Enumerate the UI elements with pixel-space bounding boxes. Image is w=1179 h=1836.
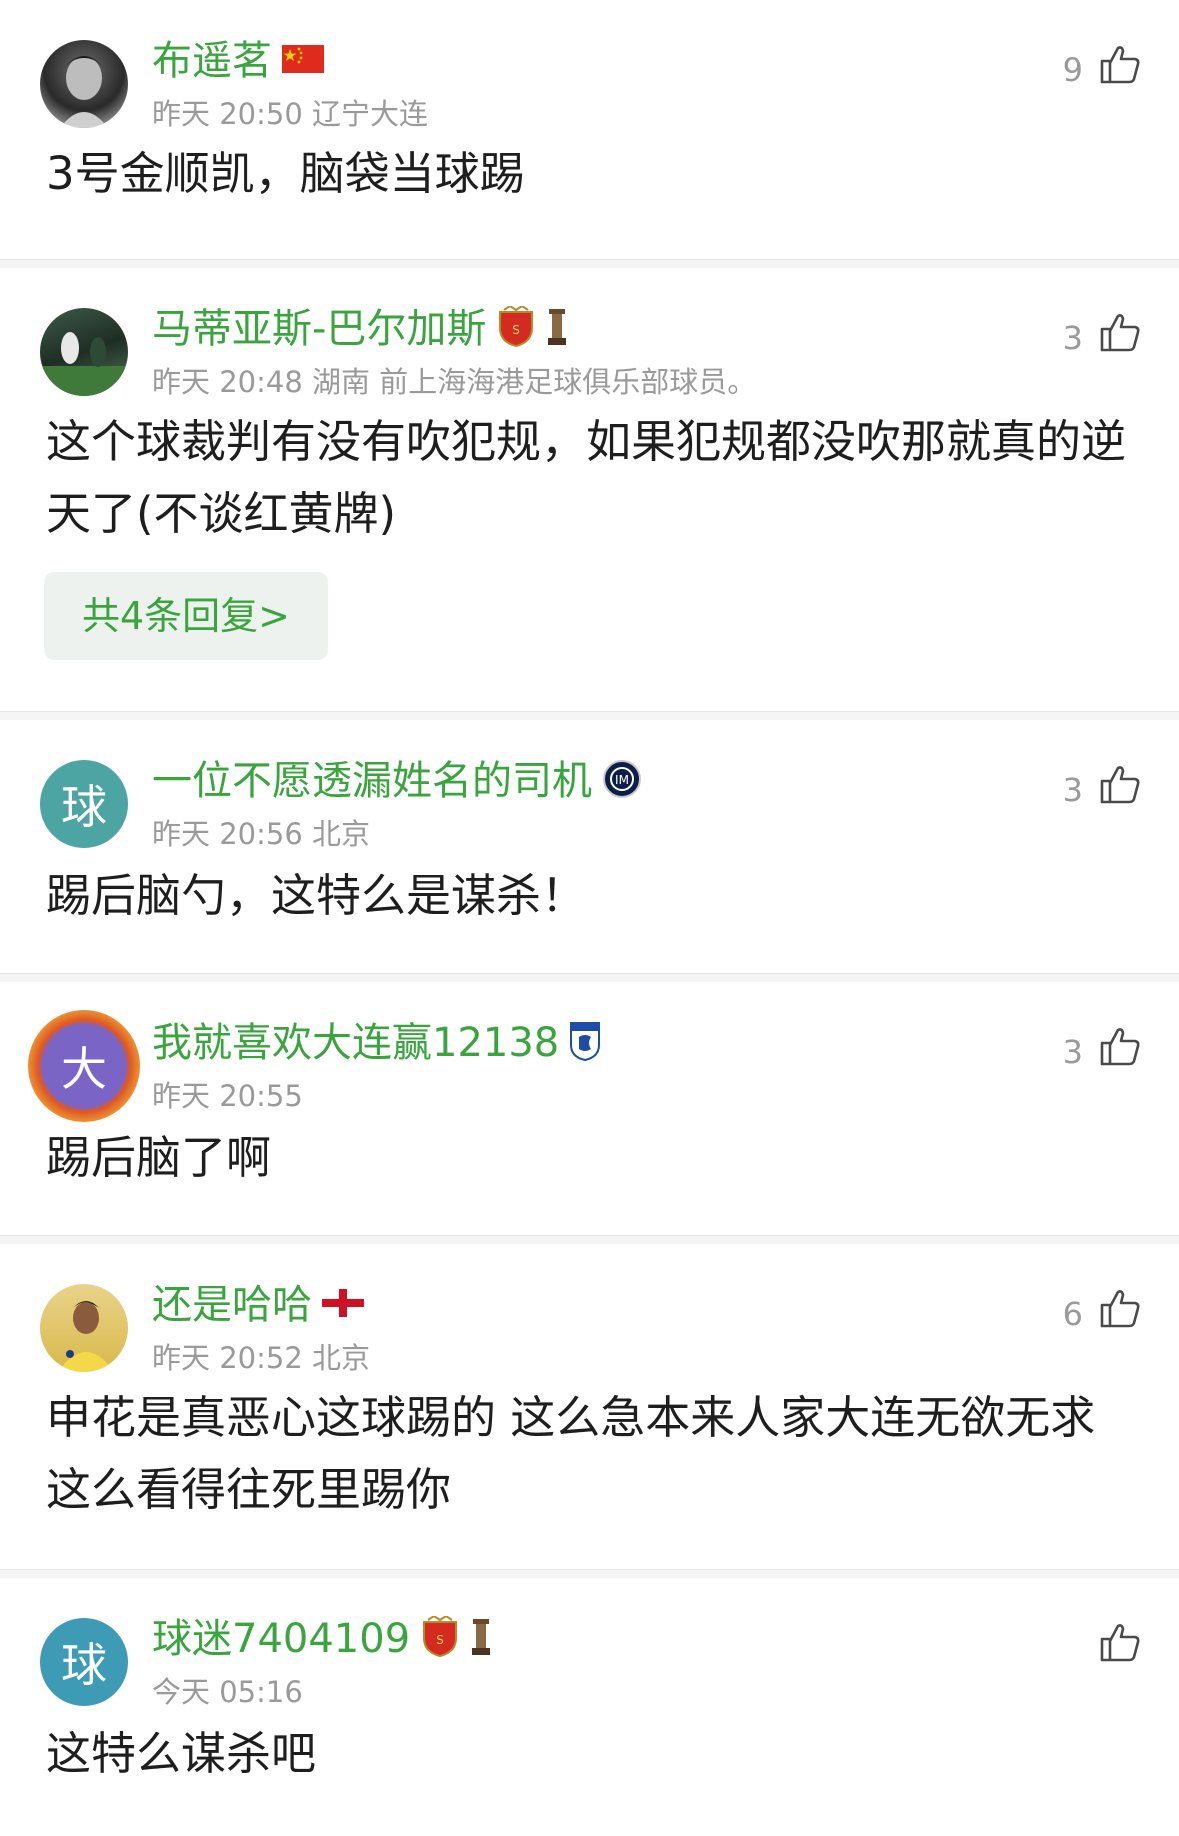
- avatar[interactable]: [40, 1284, 128, 1372]
- username[interactable]: 球迷7404109: [152, 1614, 410, 1664]
- avatar-photo: [58, 1301, 114, 1372]
- comment-meta: 昨天 20:52 北京: [152, 1341, 371, 1375]
- comment-meta: 昨天 20:48 湖南 前上海海港足球俱乐部球员。: [152, 365, 757, 399]
- avatar[interactable]: 球: [40, 760, 128, 848]
- comment-text: 踢后脑了啊: [46, 1131, 272, 1184]
- thumbs-up-icon[interactable]: [1099, 764, 1141, 812]
- comment-header: 大 我就喜欢大连赢12138 昨天 20:55 3: [0, 1010, 1179, 1132]
- comment-meta: 昨天 20:56 北京: [152, 817, 371, 851]
- like-count: 9: [1062, 51, 1083, 89]
- thumbs-up-icon[interactable]: [1099, 44, 1141, 92]
- shanghai-port-badge-icon: S: [420, 1614, 460, 1662]
- avatar[interactable]: [40, 308, 128, 396]
- comment-item: 大 我就喜欢大连赢12138 昨天 20:55 3 踢后脑了啊: [0, 974, 1179, 1236]
- view-replies-button[interactable]: 共4条回复>: [44, 572, 329, 660]
- trophy-icon: [546, 307, 568, 351]
- name-row: 我就喜欢大连赢12138: [152, 1018, 601, 1068]
- like-control[interactable]: 3: [1063, 312, 1141, 360]
- name-row: 一位不愿透漏姓名的司机 IM: [152, 756, 642, 806]
- name-row: 布遥茗: [152, 36, 324, 86]
- like-count: 3: [1062, 1033, 1083, 1071]
- svg-text:S: S: [436, 1633, 444, 1647]
- like-control[interactable]: 3: [1063, 1026, 1141, 1074]
- comment-item: 球 一位不愿透漏姓名的司机 IM 昨天 20:56 北京 3 踢后脑勺，这特么是…: [0, 712, 1179, 974]
- dalian-badge-icon: [569, 1021, 601, 1065]
- thumbs-up-icon[interactable]: [1099, 1288, 1141, 1336]
- comment-meta: 昨天 20:50 辽宁大连: [152, 97, 429, 131]
- comment-text: 这个球裁判有没有吹犯规，如果犯规都没吹那就真的逆天了(不谈红黄牌): [46, 415, 1127, 540]
- avatar[interactable]: [40, 40, 128, 128]
- comment-meta: 昨天 20:55: [152, 1079, 303, 1113]
- like-control[interactable]: 3: [1063, 764, 1141, 812]
- thumbs-up-icon[interactable]: [1099, 1026, 1141, 1074]
- username[interactable]: 布遥茗: [152, 36, 272, 86]
- avatar-photo: [60, 56, 108, 128]
- like-control[interactable]: 6: [1063, 1288, 1141, 1336]
- comment-item: 还是哈哈 昨天 20:52 北京 6 申花是真恶心这球踢的 这么急本来人家大连无…: [0, 1236, 1179, 1570]
- comment-item: 球 球迷7404109 S 今天 05:16 这特么谋杀吧: [0, 1570, 1179, 1836]
- name-row: 马蒂亚斯-巴尔加斯 S: [152, 304, 568, 354]
- comment-text: 这特么谋杀吧: [46, 1727, 317, 1780]
- comment-item: 布遥茗 昨天 20:50 辽宁大连 9 3号金顺凯，脑袋当球踢: [0, 0, 1179, 260]
- like-control[interactable]: [1083, 1622, 1141, 1670]
- comment-text: 踢后脑勺，这特么是谋杀！: [46, 869, 587, 922]
- comment-header: 球 球迷7404109 S 今天 05:16: [0, 1608, 1179, 1728]
- like-control[interactable]: 9: [1063, 44, 1141, 92]
- username[interactable]: 马蒂亚斯-巴尔加斯: [152, 304, 486, 354]
- username[interactable]: 我就喜欢大连赢12138: [152, 1018, 559, 1068]
- svg-text:S: S: [513, 323, 521, 337]
- comment-header: 还是哈哈 昨天 20:52 北京 6: [0, 1274, 1179, 1394]
- trophy-icon: [470, 1617, 492, 1661]
- comment-text: 申花是真恶心这球踢的 这么急本来人家大连无欲无求这么看得往死里踢你: [46, 1391, 1096, 1516]
- name-row: 球迷7404109 S: [152, 1614, 492, 1664]
- username[interactable]: 一位不愿透漏姓名的司机: [152, 756, 592, 806]
- username[interactable]: 还是哈哈: [152, 1280, 312, 1330]
- comment-header: 布遥茗 昨天 20:50 辽宁大连 9: [0, 30, 1179, 150]
- like-count: 3: [1062, 771, 1083, 809]
- svg-text:IM: IM: [615, 773, 629, 787]
- thumbs-up-icon[interactable]: [1099, 1622, 1141, 1670]
- avatar[interactable]: 球: [40, 1618, 128, 1706]
- avatar-letter: 大: [61, 1042, 107, 1096]
- like-count: 3: [1062, 319, 1083, 357]
- like-count: 6: [1062, 1295, 1083, 1333]
- inter-milan-badge-icon: IM: [602, 759, 642, 803]
- avatar-photo: [40, 332, 128, 396]
- thumbs-up-icon[interactable]: [1099, 312, 1141, 360]
- shanghai-port-badge-icon: S: [496, 304, 536, 352]
- comment-item: 马蒂亚斯-巴尔加斯 S 昨天 20:48 湖南 前上海海港足球俱乐部球员。 3 …: [0, 260, 1179, 712]
- comment-meta: 今天 05:16: [152, 1675, 303, 1709]
- avatar[interactable]: 大: [28, 1010, 140, 1122]
- england-flag-icon: [322, 1289, 364, 1321]
- china-flag-icon: [282, 45, 324, 77]
- comment-header: 马蒂亚斯-巴尔加斯 S 昨天 20:48 湖南 前上海海港足球俱乐部球员。 3: [0, 298, 1179, 418]
- name-row: 还是哈哈: [152, 1280, 364, 1330]
- comment-header: 球 一位不愿透漏姓名的司机 IM 昨天 20:56 北京 3: [0, 750, 1179, 870]
